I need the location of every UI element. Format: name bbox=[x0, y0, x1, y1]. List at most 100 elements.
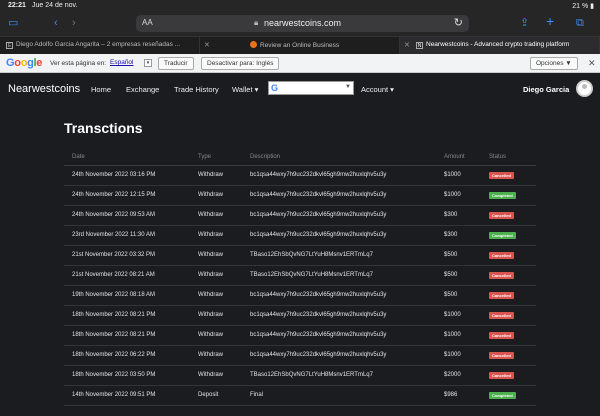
cell-type: Withdraw bbox=[198, 212, 224, 218]
status-date: Jue 24 de nov. bbox=[32, 2, 78, 9]
close-tab-icon[interactable]: ✕ bbox=[204, 41, 210, 49]
header-status: Status bbox=[489, 154, 507, 160]
back-icon[interactable]: ‹ bbox=[54, 16, 58, 30]
user-name[interactable]: Diego Garcia bbox=[523, 85, 569, 94]
tab-2[interactable]: ✕ Review an Online Business bbox=[200, 37, 400, 54]
cell-amount: $500 bbox=[444, 292, 458, 298]
cell-date: 18th November 2022 08:21 PM bbox=[72, 332, 156, 338]
cell-date: 18th November 2022 06:22 PM bbox=[72, 352, 156, 358]
table-row: 24th November 2022 03:16 PM Withdraw bc1qs… bbox=[64, 166, 536, 186]
cell-description: bc1qsa44wxy7h9uc232dkvl65gh9mw2huxlqhv5u… bbox=[250, 212, 387, 218]
cell-date: 23rd November 2022 11:30 AM bbox=[72, 232, 155, 238]
cell-date: 24th November 2022 03:16 PM bbox=[72, 172, 156, 178]
cell-type: Withdraw bbox=[198, 252, 224, 258]
table-row: 18th November 2022 06:22 PM Withdraw bc1qs… bbox=[64, 346, 536, 366]
cell-type: Withdraw bbox=[198, 292, 224, 298]
status-badge: Completed bbox=[489, 192, 516, 199]
cell-description: bc1qsa44wxy7h9uc232dkvl65gh9mw2huxlqhv5u… bbox=[250, 312, 387, 318]
close-tab-icon[interactable]: ✕ bbox=[404, 41, 410, 49]
cell-description: bc1qsa44wxy7h9uc232dkvl65gh9mw2huxlqhv5u… bbox=[250, 352, 387, 358]
status-time: 22:21 bbox=[8, 2, 26, 9]
table-row: 18th November 2022 08:21 PM Withdraw bc1qs… bbox=[64, 326, 536, 346]
disable-translate-button[interactable]: Desactivar para: Inglés bbox=[201, 57, 280, 70]
cell-amount: $1000 bbox=[444, 332, 461, 338]
status-badge: Cancelled bbox=[489, 332, 514, 339]
cell-description: TBaso12EhSbQvNG7LtYuH8Msnv1ERTmLq7 bbox=[250, 252, 373, 258]
brand-logo[interactable]: Nearwestcoins bbox=[8, 83, 80, 95]
site-favicon-icon: N bbox=[416, 42, 423, 49]
cell-description: bc1qsa44wxy7h9uc232dkvl65gh9mw2huxlqhv5u… bbox=[250, 192, 387, 198]
url-text[interactable]: nearwestcoins.com bbox=[264, 18, 341, 28]
status-badge: Completed bbox=[489, 392, 516, 399]
status-badge: Cancelled bbox=[489, 252, 514, 259]
cell-amount: $2000 bbox=[444, 372, 461, 378]
battery-indicator: 21 % ▮ bbox=[572, 3, 594, 10]
tab-3-active[interactable]: ✕ N Nearwestcoins - Advanced crypto tradi… bbox=[400, 37, 600, 54]
table-header: Date Type Description Amount Status bbox=[64, 148, 536, 166]
cell-amount: $300 bbox=[444, 232, 458, 238]
chevron-down-icon[interactable]: ▼ bbox=[345, 84, 351, 90]
cell-type: Withdraw bbox=[198, 332, 224, 338]
table-row: 21st November 2022 03:32 PM Withdraw TBaso… bbox=[64, 246, 536, 266]
status-badge: Cancelled bbox=[489, 272, 514, 279]
lock-icon: 🔒︎ bbox=[254, 18, 259, 27]
tab-label: Review an Online Business bbox=[260, 42, 340, 49]
tab-bar: E Diego Adolfo Garcia Angarita – 2 empres… bbox=[0, 36, 600, 54]
status-badge: Cancelled bbox=[489, 212, 514, 219]
header-date: Date bbox=[72, 154, 85, 160]
reload-icon[interactable]: ↻ bbox=[454, 16, 463, 29]
page-title: Transctions bbox=[64, 120, 143, 136]
transactions-table: Date Type Description Amount Status 24th… bbox=[64, 148, 536, 406]
tab-1[interactable]: E Diego Adolfo Garcia Angarita – 2 empres… bbox=[0, 37, 200, 54]
header-description: Description bbox=[250, 154, 281, 160]
cell-description: bc1qsa44wxy7h9uc232dkvl65gh9mw2huxlqhv5u… bbox=[250, 172, 387, 178]
translate-button[interactable]: Traducir bbox=[158, 57, 194, 70]
cell-amount: $300 bbox=[444, 212, 458, 218]
forward-icon[interactable]: › bbox=[72, 16, 76, 30]
site-navbar: Nearwestcoins Home Exchange Trade Histor… bbox=[0, 73, 600, 106]
cell-date: 18th November 2022 08:21 PM bbox=[72, 312, 156, 318]
language-select[interactable]: Español bbox=[110, 59, 134, 66]
cell-type: Deposit bbox=[198, 392, 219, 398]
new-tab-icon[interactable]: + bbox=[546, 14, 554, 28]
status-badge: Cancelled bbox=[489, 352, 514, 359]
table-row: 19th November 2022 08:18 AM Withdraw bc1qs… bbox=[64, 286, 536, 306]
nav-exchange[interactable]: Exchange bbox=[126, 85, 159, 94]
cell-amount: $500 bbox=[444, 252, 458, 258]
tab-label: Diego Adolfo Garcia Angarita – 2 empresa… bbox=[16, 41, 181, 48]
cell-description: Final bbox=[250, 392, 264, 398]
cell-description: bc1qsa44wxy7h9uc232dkvl65gh9mw2huxlqhv5u… bbox=[250, 232, 387, 238]
cell-type: Withdraw bbox=[198, 272, 224, 278]
nav-wallet-dropdown[interactable]: Wallet ▾ bbox=[232, 85, 258, 94]
options-button[interactable]: Opciones ▼ bbox=[530, 57, 578, 70]
share-icon[interactable]: ⇪ bbox=[520, 16, 529, 30]
google-search-input[interactable]: G ▼ bbox=[268, 81, 354, 95]
cell-description: TBaso12EhSbQvNG7LtYuH8Msnv1ERTmLq7 bbox=[250, 272, 373, 278]
sidebar-icon[interactable]: ▭ bbox=[8, 16, 18, 30]
cell-description: bc1qsa44wxy7h9uc232dkvl65gh9mw2huxlqhv5u… bbox=[250, 292, 387, 298]
browser-toolbar: ▭ ‹ › AA 🔒︎ nearwestcoins.com ↻ ⇪ + ⧉ bbox=[0, 12, 600, 36]
table-row: 18th November 2022 03:50 PM Withdraw TBaso… bbox=[64, 366, 536, 386]
cell-date: 21st November 2022 03:32 PM bbox=[72, 252, 156, 258]
cell-type: Withdraw bbox=[198, 312, 224, 318]
cell-type: Withdraw bbox=[198, 232, 224, 238]
nav-account-dropdown[interactable]: Account ▾ bbox=[361, 85, 394, 94]
close-icon[interactable]: ✕ bbox=[588, 58, 596, 69]
tab-overview-icon[interactable]: ⧉ bbox=[576, 16, 584, 30]
cell-date: 14th November 2022 09:51 PM bbox=[72, 392, 156, 398]
cell-type: Withdraw bbox=[198, 172, 224, 178]
address-bar[interactable]: AA 🔒︎ nearwestcoins.com ↻ bbox=[136, 15, 469, 32]
avatar[interactable] bbox=[576, 80, 593, 97]
chevron-down-icon[interactable]: ▾ bbox=[144, 59, 152, 67]
reader-options-button[interactable]: AA bbox=[142, 18, 153, 27]
document-icon: E bbox=[6, 42, 13, 49]
nav-trade-history[interactable]: Trade History bbox=[174, 85, 219, 94]
cell-amount: $1000 bbox=[444, 312, 461, 318]
cell-amount: $1000 bbox=[444, 192, 461, 198]
cell-description: bc1qsa44wxy7h9uc232dkvl65gh9mw2huxlqhv5u… bbox=[250, 332, 387, 338]
nav-home[interactable]: Home bbox=[91, 85, 111, 94]
table-row: 18th November 2022 08:21 PM Withdraw bc1qs… bbox=[64, 306, 536, 326]
cell-type: Withdraw bbox=[198, 372, 224, 378]
cell-date: 24th November 2022 12:15 PM bbox=[72, 192, 156, 198]
status-badge: Cancelled bbox=[489, 372, 514, 379]
